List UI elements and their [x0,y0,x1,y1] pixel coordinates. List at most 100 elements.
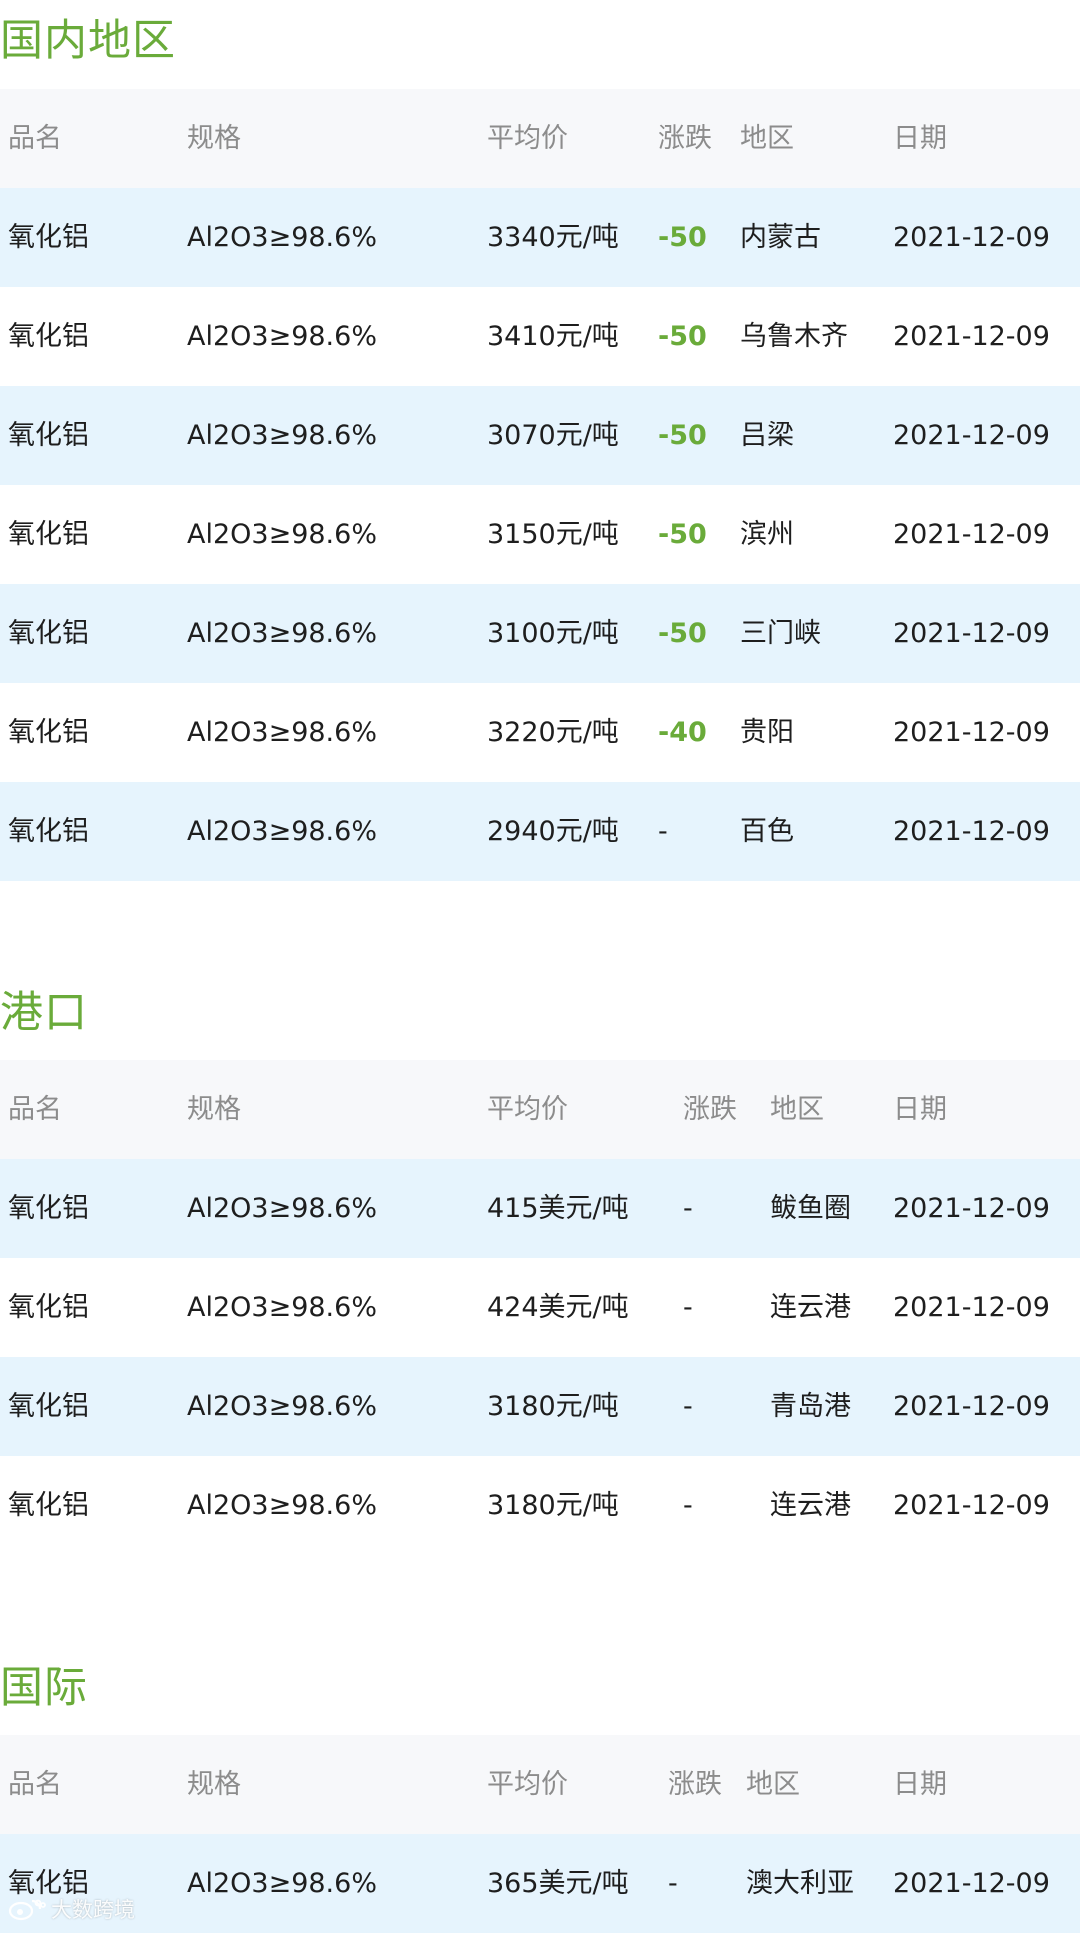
change-cell: - [668,1868,678,1899]
product-name-cell: 氧化铝 [8,321,89,352]
price-cell: 3180元/吨 [487,1391,619,1422]
table-header-row: 品名 规格 平均价 涨跌 地区 日期 [0,89,1080,188]
header-region: 地区 [740,123,794,154]
date-cell: 2021-12-09 [893,618,1050,649]
spec-cell: Al2O3≥98.6% [187,1391,377,1422]
watermark-text: 大数跨境 [51,1898,135,1922]
date-cell: 2021-12-09 [893,321,1050,352]
product-name-cell: 氧化铝 [8,816,89,847]
region-cell: 三门峡 [740,618,821,649]
region-cell: 内蒙古 [740,222,821,253]
header-price: 平均价 [487,1094,568,1125]
header-change: 涨跌 [668,1769,722,1800]
price-cell: 3340元/吨 [487,222,619,253]
product-name-cell: 氧化铝 [8,1292,89,1323]
change-cell: - [658,816,668,847]
table-row[interactable]: 氧化铝 Al2O3≥98.6% 415美元/吨 - 鲅鱼圈 2021-12-09 [0,1159,1080,1258]
date-cell: 2021-12-09 [893,519,1050,550]
price-cell: 365美元/吨 [487,1868,629,1899]
header-spec: 规格 [187,1094,241,1125]
change-cell: - [683,1490,693,1521]
spec-cell: Al2O3≥98.6% [187,222,377,253]
date-cell: 2021-12-09 [893,1292,1050,1323]
table-row[interactable]: 氧化铝 Al2O3≥98.6% 3220元/吨 -40 贵阳 2021-12-09 [0,683,1080,782]
section-title: 国际 [0,1663,88,1713]
product-name-cell: 氧化铝 [8,420,89,451]
table-row[interactable]: 氧化铝 Al2O3≥98.6% 3150元/吨 -50 滨州 2021-12-09 [0,485,1080,584]
spec-cell: Al2O3≥98.6% [187,321,377,352]
product-name-cell: 氧化铝 [8,519,89,550]
spec-cell: Al2O3≥98.6% [187,1868,377,1899]
spec-cell: Al2O3≥98.6% [187,618,377,649]
price-cell: 3070元/吨 [487,420,619,451]
product-name-cell: 氧化铝 [8,618,89,649]
table-row[interactable]: 氧化铝 Al2O3≥98.6% 3180元/吨 - 连云港 2021-12-09 [0,1456,1080,1555]
header-date: 日期 [893,123,947,154]
change-cell: -50 [658,519,707,550]
header-region: 地区 [770,1094,824,1125]
date-cell: 2021-12-09 [893,1391,1050,1422]
table-row[interactable]: 氧化铝 Al2O3≥98.6% 3070元/吨 -50 吕梁 2021-12-09 [0,386,1080,485]
spec-cell: Al2O3≥98.6% [187,717,377,748]
table-row[interactable]: 氧化铝 Al2O3≥98.6% 365美元/吨 - 澳大利亚 2021-12-09 [0,1834,1080,1933]
price-cell: 415美元/吨 [487,1193,629,1224]
date-cell: 2021-12-09 [893,1868,1050,1899]
region-cell: 鲅鱼圈 [770,1193,851,1224]
region-cell: 百色 [740,816,794,847]
date-cell: 2021-12-09 [893,222,1050,253]
price-cell: 2940元/吨 [487,816,619,847]
table-header-row: 品名 规格 平均价 涨跌 地区 日期 [0,1735,1080,1834]
weibo-logo-icon [8,1899,46,1921]
header-region: 地区 [746,1769,800,1800]
region-cell: 连云港 [770,1292,851,1323]
region-cell: 乌鲁木齐 [740,321,848,352]
header-date: 日期 [893,1094,947,1125]
change-cell: -40 [658,717,707,748]
header-product-name: 品名 [8,1769,62,1800]
table-row[interactable]: 氧化铝 Al2O3≥98.6% 2940元/吨 - 百色 2021-12-09 [0,782,1080,881]
spec-cell: Al2O3≥98.6% [187,519,377,550]
table-row[interactable]: 氧化铝 Al2O3≥98.6% 3100元/吨 -50 三门峡 2021-12-09 [0,584,1080,683]
region-cell: 贵阳 [740,717,794,748]
price-cell: 3100元/吨 [487,618,619,649]
product-name-cell: 氧化铝 [8,222,89,253]
product-name-cell: 氧化铝 [8,1490,89,1521]
date-cell: 2021-12-09 [893,717,1050,748]
change-cell: -50 [658,321,707,352]
spec-cell: Al2O3≥98.6% [187,1490,377,1521]
change-cell: -50 [658,222,707,253]
spec-cell: Al2O3≥98.6% [187,1193,377,1224]
price-cell: 3410元/吨 [487,321,619,352]
header-spec: 规格 [187,1769,241,1800]
price-cell: 3220元/吨 [487,717,619,748]
section-title: 港口 [0,988,88,1038]
change-cell: - [683,1193,693,1224]
section-title: 国内地区 [0,16,176,66]
product-name-cell: 氧化铝 [8,717,89,748]
header-product-name: 品名 [8,123,62,154]
spec-cell: Al2O3≥98.6% [187,420,377,451]
product-name-cell: 氧化铝 [8,1391,89,1422]
watermark: 大数跨境 [8,1893,135,1925]
table-row[interactable]: 氧化铝 Al2O3≥98.6% 3340元/吨 -50 内蒙古 2021-12-09 [0,188,1080,287]
table-row[interactable]: 氧化铝 Al2O3≥98.6% 424美元/吨 - 连云港 2021-12-09 [0,1258,1080,1357]
price-cell: 3150元/吨 [487,519,619,550]
header-date: 日期 [893,1769,947,1800]
price-cell: 424美元/吨 [487,1292,629,1323]
change-cell: - [683,1391,693,1422]
date-cell: 2021-12-09 [893,816,1050,847]
region-cell: 滨州 [740,519,794,550]
header-price: 平均价 [487,1769,568,1800]
price-cell: 3180元/吨 [487,1490,619,1521]
date-cell: 2021-12-09 [893,1193,1050,1224]
date-cell: 2021-12-09 [893,420,1050,451]
table-header-row: 品名 规格 平均价 涨跌 地区 日期 [0,1060,1080,1159]
change-cell: -50 [658,420,707,451]
table-row[interactable]: 氧化铝 Al2O3≥98.6% 3180元/吨 - 青岛港 2021-12-09 [0,1357,1080,1456]
region-cell: 吕梁 [740,420,794,451]
spec-cell: Al2O3≥98.6% [187,816,377,847]
change-cell: -50 [658,618,707,649]
date-cell: 2021-12-09 [893,1490,1050,1521]
table-row[interactable]: 氧化铝 Al2O3≥98.6% 3410元/吨 -50 乌鲁木齐 2021-12-09 [0,287,1080,386]
region-cell: 澳大利亚 [746,1868,854,1899]
